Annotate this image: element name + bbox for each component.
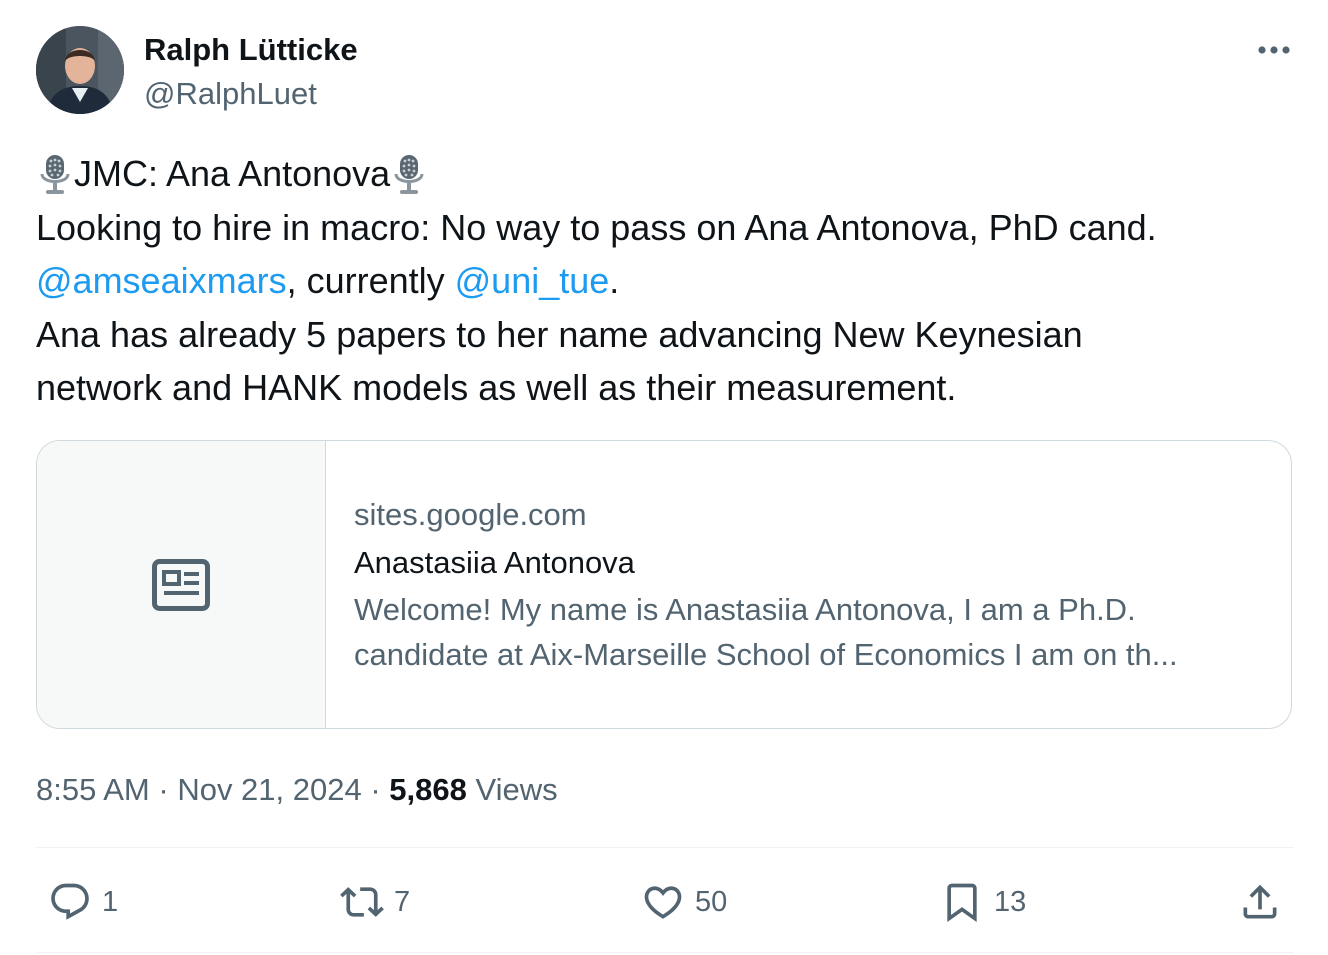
link-card-description: Welcome! My name is Anastasiia Antonova,… xyxy=(354,592,1178,672)
repost-button[interactable]: 7 xyxy=(340,872,410,932)
reply-count: 1 xyxy=(102,885,119,918)
link-card-body: sites.google.com Anastasiia Antonova Wel… xyxy=(354,491,1267,677)
more-icon xyxy=(1258,46,1290,54)
like-button[interactable]: 50 xyxy=(641,872,727,932)
share-icon xyxy=(1243,884,1277,919)
link-card-domain: sites.google.com xyxy=(354,497,587,532)
divider xyxy=(36,847,1294,848)
tweet-line-5: network and HANK models as well as their… xyxy=(36,367,957,408)
tweet-meta: 8:55 AM · Nov 21, 2024 · 5,868 Views xyxy=(36,768,558,812)
microphone-icon xyxy=(394,155,424,194)
reply-button[interactable]: 1 xyxy=(48,872,118,932)
microphone-icon xyxy=(40,155,70,194)
link-card[interactable]: sites.google.com Anastasiia Antonova Wel… xyxy=(36,440,1292,729)
author-handle[interactable]: @RalphLuet xyxy=(144,74,317,114)
tweet-headline: JMC: Ana Antonova xyxy=(74,153,391,194)
views-count[interactable]: 5,868 xyxy=(389,772,467,807)
repost-count: 7 xyxy=(394,885,411,918)
article-icon xyxy=(152,558,210,611)
tweet-date[interactable]: Nov 21, 2024 xyxy=(177,772,361,807)
bookmark-icon xyxy=(947,883,977,923)
tweet-time[interactable]: 8:55 AM xyxy=(36,772,150,807)
like-count: 50 xyxy=(695,885,728,918)
more-options-button[interactable] xyxy=(1254,30,1294,70)
divider xyxy=(36,952,1294,953)
tweet-line-1: JMC: Ana Antonova xyxy=(36,147,1294,201)
views-label: Views xyxy=(466,772,558,807)
author-name[interactable]: Ralph Lütticke xyxy=(144,30,358,70)
reply-icon xyxy=(51,883,89,920)
tweet-line-3: @amseaixmars, currently @uni_tue. xyxy=(36,254,1294,308)
mention-link[interactable]: @uni_tue xyxy=(455,260,610,301)
heart-icon xyxy=(644,886,682,919)
meta-separator: · xyxy=(149,772,178,807)
tweet-text: JMC: Ana Antonova Looking to hire in mac… xyxy=(36,147,1294,415)
mention-link[interactable]: @amseaixmars xyxy=(36,260,287,301)
bookmark-count: 13 xyxy=(994,885,1027,918)
tweet-text-fragment: . xyxy=(609,260,620,301)
link-card-title: Anastasiia Antonova xyxy=(354,545,635,580)
link-card-thumbnail xyxy=(37,441,326,728)
meta-separator: · xyxy=(361,772,390,807)
repost-icon xyxy=(340,887,384,917)
avatar[interactable] xyxy=(36,26,124,114)
tweet-line-2: Looking to hire in macro: No way to pass… xyxy=(36,206,1157,248)
share-button[interactable] xyxy=(1238,872,1282,932)
tweet-text-fragment: , currently xyxy=(286,260,455,301)
action-bar: 1 7 50 13 xyxy=(36,872,1294,932)
bookmark-button[interactable]: 13 xyxy=(940,872,1026,932)
tweet-line-4: Ana has already 5 papers to her name adv… xyxy=(36,313,1083,355)
